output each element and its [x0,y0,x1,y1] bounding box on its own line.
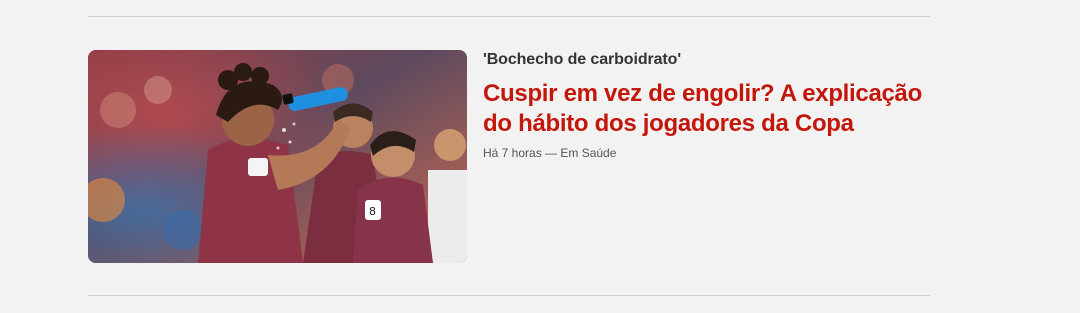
bottom-divider [88,295,930,296]
svg-text:8: 8 [369,205,376,218]
meta-separator: — [541,146,561,160]
thumbnail-image: 8 [88,50,467,263]
article-time: Há 7 horas [483,146,542,160]
article-headline[interactable]: Cuspir em vez de engolir? A explicação d… [483,79,923,139]
article-kicker: 'Bochecho de carboidrato' [483,51,682,68]
article-text: 'Bochecho de carboidrato' Cuspir em vez … [483,50,923,264]
top-divider [88,16,930,17]
news-feed: 8 'Bochecho de carboidrato' Cuspir em ve… [0,0,1080,313]
article-thumbnail[interactable]: 8 [88,50,467,263]
news-article-card: 8 'Bochecho de carboidrato' Cuspir em ve… [88,50,930,264]
article-section[interactable]: Em Saúde [560,146,616,160]
article-meta: Há 7 horas — Em Saúde [483,145,923,161]
